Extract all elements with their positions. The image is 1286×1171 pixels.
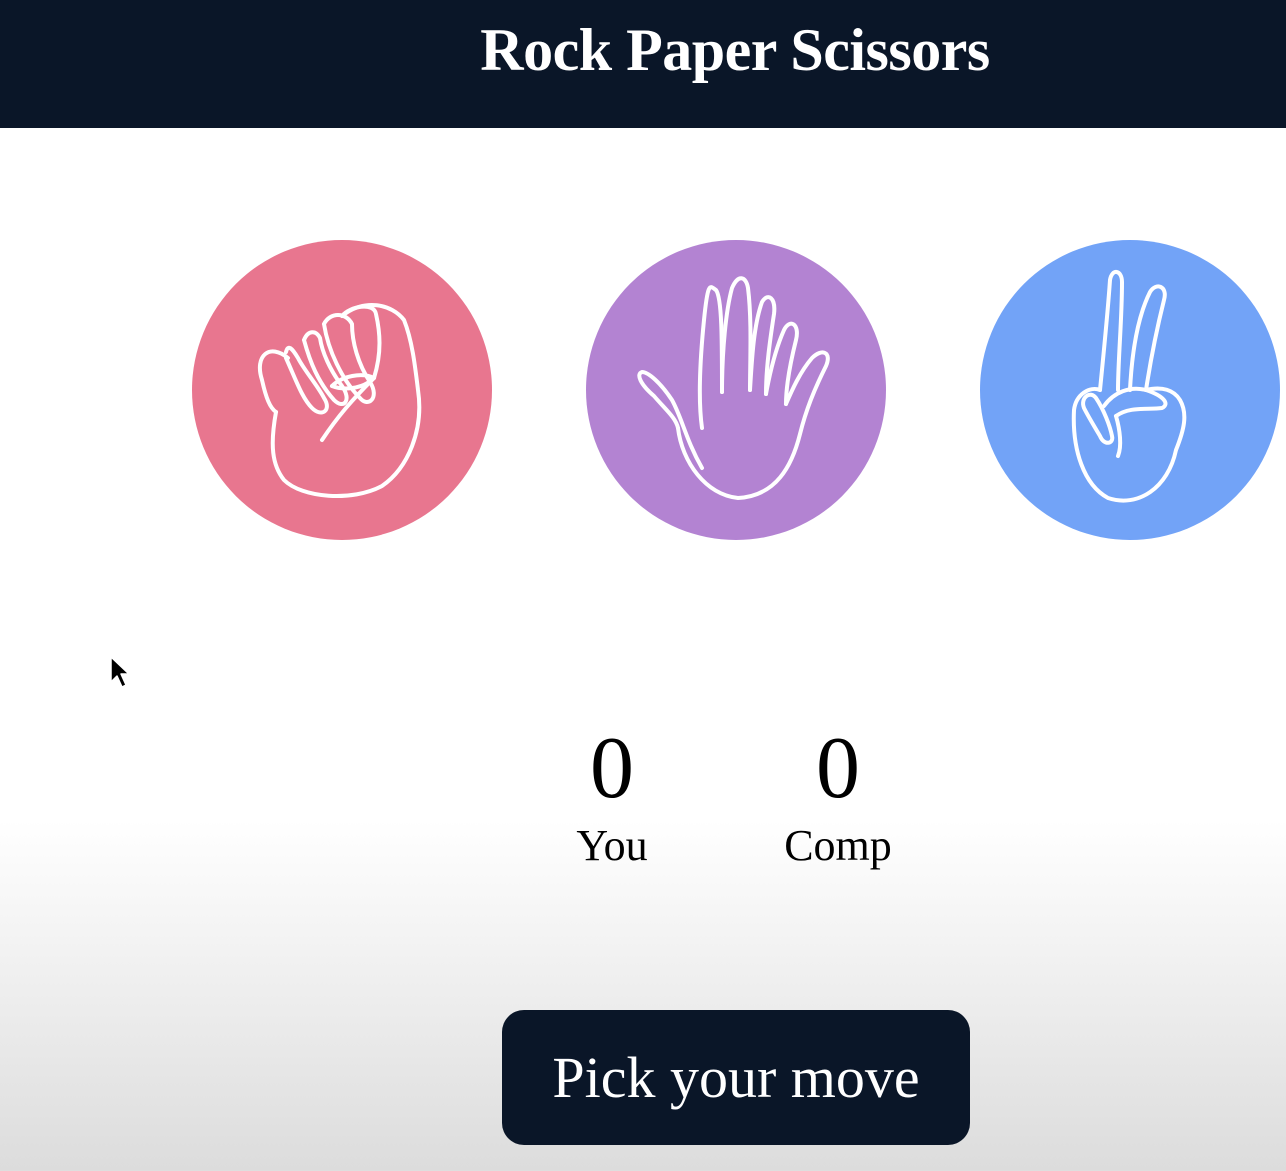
fist-icon xyxy=(257,302,422,498)
pick-move-button[interactable]: Pick your move xyxy=(502,1010,970,1145)
app-header: Rock Paper Scissors xyxy=(0,0,1286,128)
paper-button[interactable] xyxy=(586,240,886,540)
peace-hand-icon xyxy=(1071,270,1187,503)
computer-score-label: Comp xyxy=(784,821,892,870)
player-score: 0 You xyxy=(548,724,676,876)
page-title: Rock Paper Scissors xyxy=(480,17,990,83)
computer-score-value: 0 xyxy=(816,720,860,817)
player-score-label: You xyxy=(576,821,648,870)
open-hand-icon xyxy=(637,276,830,500)
computer-score: 0 Comp xyxy=(758,724,918,876)
player-score-value: 0 xyxy=(590,720,634,817)
scissors-button[interactable] xyxy=(980,240,1280,540)
rock-button[interactable] xyxy=(192,240,492,540)
mouse-cursor-icon xyxy=(110,656,130,688)
